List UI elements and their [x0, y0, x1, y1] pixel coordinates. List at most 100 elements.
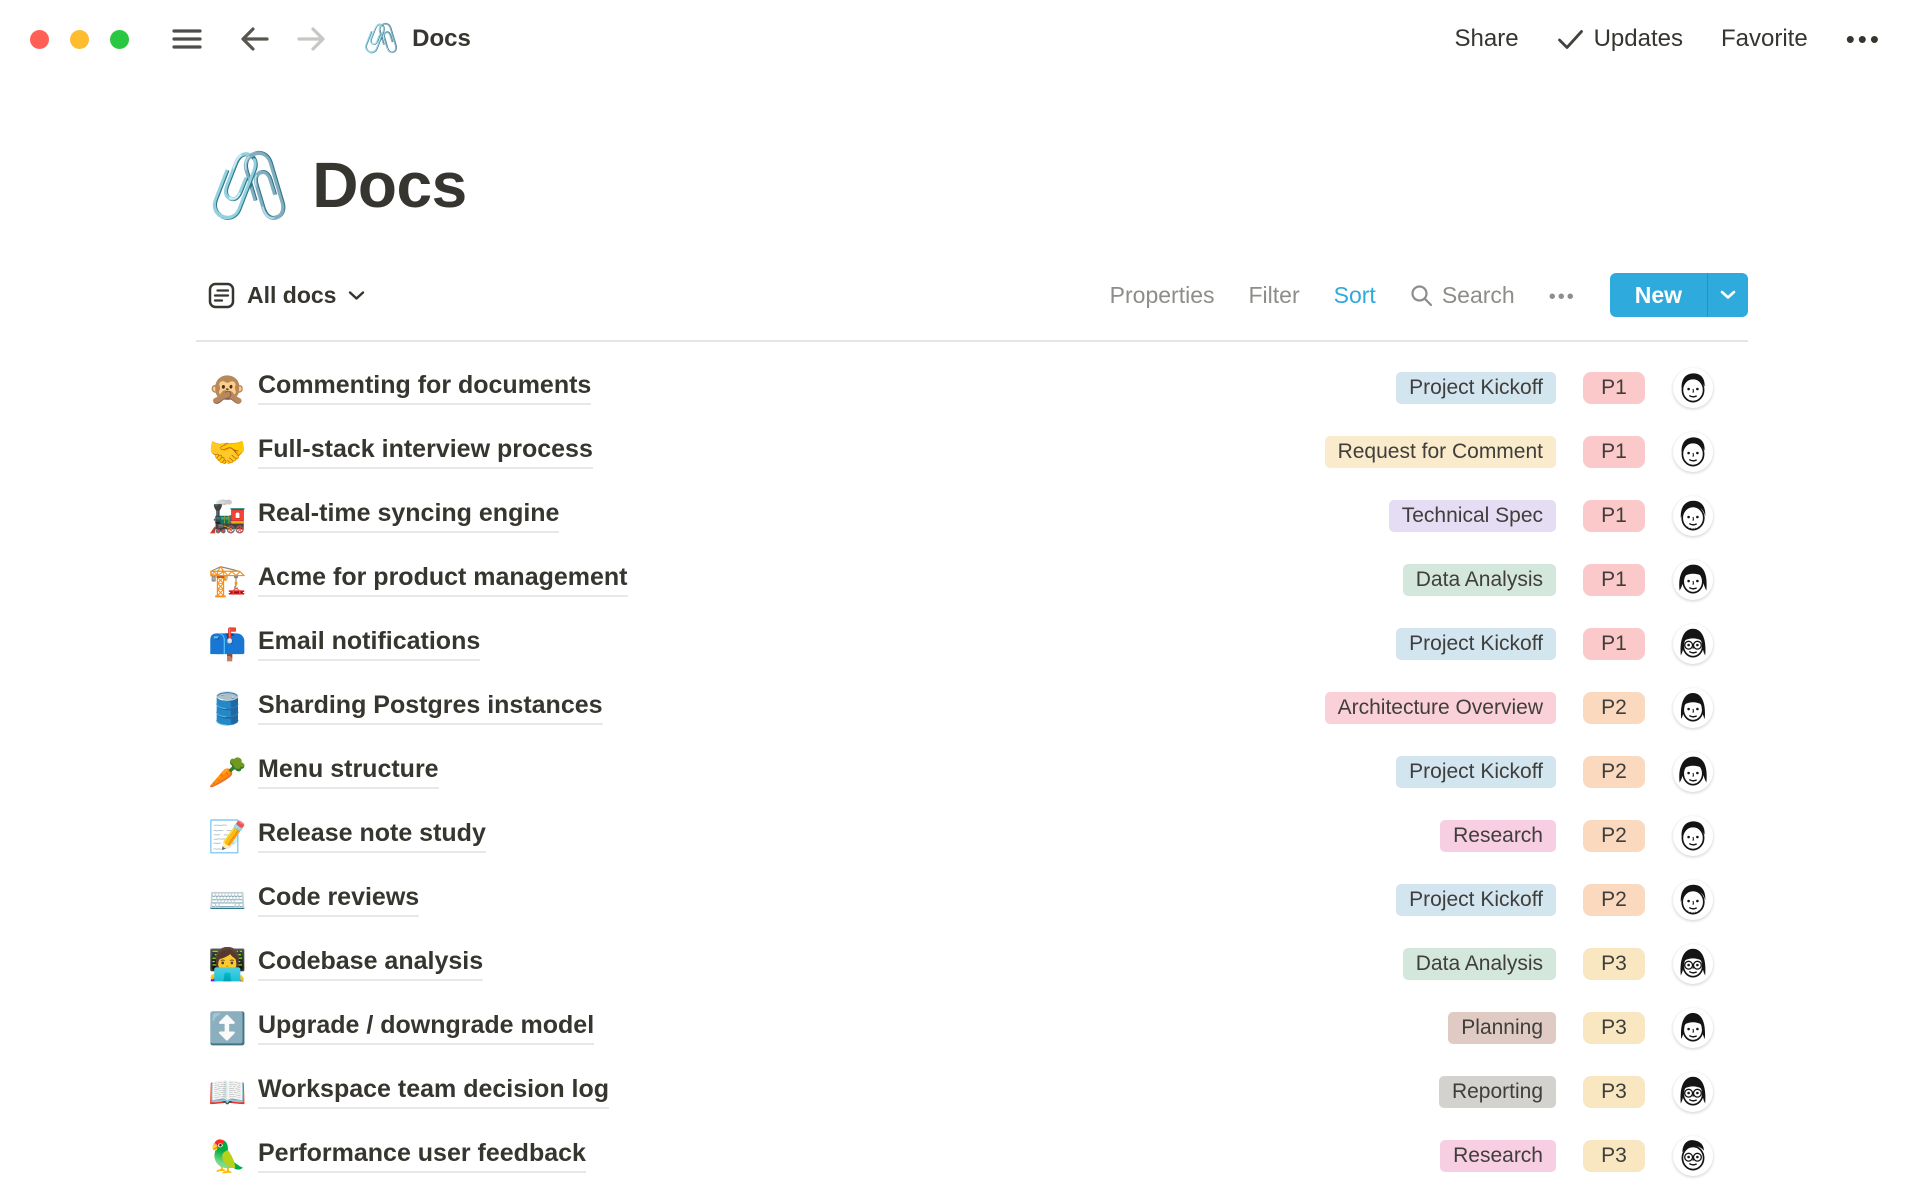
priority-badge: P2	[1583, 692, 1645, 724]
updates-label: Updates	[1594, 25, 1683, 53]
doc-row[interactable]: ⌨️ Code reviews Project Kickoff P2	[196, 868, 1748, 932]
doc-row[interactable]: 🥕 Menu structure Project Kickoff P2	[196, 740, 1748, 804]
doc-title[interactable]: Code reviews	[258, 883, 419, 917]
new-split-button: New	[1610, 273, 1748, 317]
doc-title[interactable]: Full-stack interview process	[258, 435, 593, 469]
doc-tag: Project Kickoff	[1396, 628, 1556, 660]
toolbar-actions: Properties Filter Sort Search ••• New	[1110, 273, 1748, 317]
doc-emoji: 🥕	[208, 757, 252, 788]
doc-emoji: 🚂	[208, 501, 252, 532]
avatar	[1673, 496, 1713, 536]
priority-badge: P1	[1583, 500, 1645, 532]
person-avatar-icon	[1673, 880, 1713, 920]
person-avatar-icon	[1673, 368, 1713, 408]
share-label: Share	[1455, 25, 1519, 53]
doc-row[interactable]: 🦜 Performance user feedback Research P3	[196, 1124, 1748, 1188]
view-label: All docs	[247, 282, 336, 309]
doc-title[interactable]: Real-time syncing engine	[258, 499, 559, 533]
check-icon	[1557, 29, 1584, 50]
priority-badge: P1	[1583, 628, 1645, 660]
view-switcher[interactable]: All docs	[208, 282, 365, 309]
doc-tag: Reporting	[1439, 1076, 1556, 1108]
priority-badge: P3	[1583, 1012, 1645, 1044]
close-button[interactable]	[30, 30, 49, 49]
minimize-button[interactable]	[70, 30, 89, 49]
doc-title[interactable]: Sharding Postgres instances	[258, 691, 603, 725]
doc-title[interactable]: Workspace team decision log	[258, 1075, 609, 1109]
favorite-button[interactable]: Favorite	[1721, 25, 1808, 53]
avatar	[1673, 1136, 1713, 1176]
search-label: Search	[1442, 282, 1515, 309]
ellipsis-icon: •••	[1846, 26, 1882, 52]
doc-list: 🙊 Commenting for documents Project Kicko…	[196, 356, 1748, 1188]
titlebar-title: Docs	[412, 25, 471, 53]
window-more-button[interactable]: •••	[1846, 26, 1882, 52]
priority-badge: P1	[1583, 564, 1645, 596]
doc-title[interactable]: Menu structure	[258, 755, 439, 789]
forward-button[interactable]	[295, 25, 327, 53]
view-toolbar: All docs Properties Filter Sort Search •…	[196, 272, 1748, 318]
doc-row[interactable]: 🏗️ Acme for product management Data Anal…	[196, 548, 1748, 612]
page-emoji[interactable]: 🖇️	[208, 152, 290, 218]
sidebar-toggle-button[interactable]	[171, 27, 203, 51]
page-title[interactable]: Docs	[312, 148, 467, 222]
updates-button[interactable]: Updates	[1557, 25, 1683, 53]
avatar	[1673, 688, 1713, 728]
doc-title[interactable]: Acme for product management	[258, 563, 628, 597]
doc-tag: Data Analysis	[1403, 564, 1556, 596]
doc-tag: Project Kickoff	[1396, 756, 1556, 788]
sort-button[interactable]: Sort	[1334, 282, 1376, 309]
search-button[interactable]: Search	[1410, 282, 1515, 309]
zoom-button[interactable]	[110, 30, 129, 49]
doc-row[interactable]: 📖 Workspace team decision log Reporting …	[196, 1060, 1748, 1124]
filter-button[interactable]: Filter	[1249, 282, 1300, 309]
priority-badge: P3	[1583, 948, 1645, 980]
back-button[interactable]	[239, 25, 271, 53]
doc-row[interactable]: 👩‍💻 Codebase analysis Data Analysis P3	[196, 932, 1748, 996]
doc-tag: Technical Spec	[1389, 500, 1556, 532]
avatar	[1673, 880, 1713, 920]
avatar	[1673, 816, 1713, 856]
doc-emoji: 👩‍💻	[208, 949, 252, 980]
person-avatar-icon	[1673, 560, 1713, 600]
new-dropdown-button[interactable]	[1707, 273, 1748, 317]
doc-emoji: 📖	[208, 1077, 252, 1108]
doc-emoji: ↕️	[208, 1013, 252, 1044]
doc-row[interactable]: 📝 Release note study Research P2	[196, 804, 1748, 868]
doc-row[interactable]: 🤝 Full-stack interview process Request f…	[196, 420, 1748, 484]
titlebar-doc-emoji: 🖇️	[363, 25, 399, 54]
doc-row[interactable]: 🛢️ Sharding Postgres instances Architect…	[196, 676, 1748, 740]
page-header: 🖇️ Docs	[196, 148, 1748, 222]
arrow-right-icon	[295, 25, 327, 53]
doc-tag: Project Kickoff	[1396, 372, 1556, 404]
doc-title[interactable]: Upgrade / downgrade model	[258, 1011, 594, 1045]
arrow-left-icon	[239, 25, 271, 53]
doc-row[interactable]: ↕️ Upgrade / downgrade model Planning P3	[196, 996, 1748, 1060]
new-button[interactable]: New	[1610, 273, 1707, 317]
toolbar-more-button[interactable]: •••	[1549, 282, 1576, 309]
doc-row[interactable]: 🙊 Commenting for documents Project Kicko…	[196, 356, 1748, 420]
doc-row[interactable]: 📫 Email notifications Project Kickoff P1	[196, 612, 1748, 676]
doc-title[interactable]: Performance user feedback	[258, 1139, 586, 1173]
properties-button[interactable]: Properties	[1110, 282, 1215, 309]
priority-badge: P1	[1583, 372, 1645, 404]
doc-tag: Research	[1440, 820, 1556, 852]
priority-badge: P1	[1583, 436, 1645, 468]
doc-emoji: 📝	[208, 821, 252, 852]
doc-row[interactable]: 🚂 Real-time syncing engine Technical Spe…	[196, 484, 1748, 548]
hamburger-icon	[171, 27, 203, 51]
doc-title[interactable]: Release note study	[258, 819, 486, 853]
doc-emoji: 🙊	[208, 373, 252, 404]
priority-badge: P3	[1583, 1076, 1645, 1108]
doc-title[interactable]: Commenting for documents	[258, 371, 591, 405]
avatar	[1673, 752, 1713, 792]
person-avatar-icon	[1673, 944, 1713, 984]
doc-emoji: 🏗️	[208, 565, 252, 596]
doc-title[interactable]: Codebase analysis	[258, 947, 483, 981]
person-avatar-icon	[1673, 496, 1713, 536]
person-avatar-icon	[1673, 432, 1713, 472]
avatar	[1673, 1072, 1713, 1112]
share-button[interactable]: Share	[1455, 25, 1519, 53]
doc-tag: Planning	[1448, 1012, 1556, 1044]
doc-title[interactable]: Email notifications	[258, 627, 480, 661]
